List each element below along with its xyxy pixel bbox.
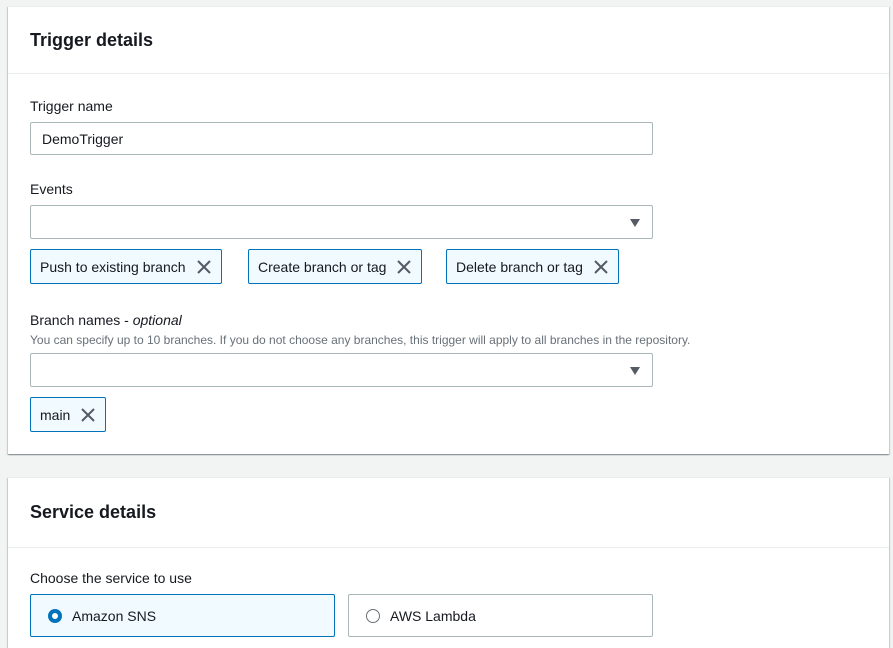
events-token: Create branch or tag [248, 249, 423, 284]
close-icon[interactable] [196, 259, 212, 275]
branch-names-select[interactable] [30, 353, 653, 387]
branch-names-description: You can specify up to 10 branches. If yo… [30, 333, 691, 347]
branch-token: main [30, 397, 107, 432]
branch-names-label-text: Branch names - [30, 312, 133, 328]
service-details-header: Service details [8, 478, 889, 548]
service-details-title: Service details [30, 502, 157, 522]
service-details-panel: Service details Choose the service to us… [8, 477, 889, 648]
token-label: main [40, 406, 71, 423]
caret-down-icon [630, 219, 640, 227]
token-label: Push to existing branch [40, 258, 186, 275]
token-label: Delete branch or tag [456, 258, 583, 275]
close-icon[interactable] [80, 407, 96, 423]
radio-amazon-sns[interactable]: Amazon SNS [30, 594, 335, 637]
events-label: Events [30, 181, 73, 197]
radio-label: AWS Lambda [390, 607, 476, 624]
branch-names-label: Branch names - optional [30, 311, 182, 329]
trigger-name-label: Trigger name [30, 98, 113, 114]
radio-aws-lambda[interactable]: AWS Lambda [348, 594, 653, 637]
radio-label: Amazon SNS [72, 607, 157, 624]
caret-down-icon [630, 367, 640, 375]
token-label: Create branch or tag [258, 258, 387, 275]
optional-label: optional [132, 312, 182, 328]
trigger-details-title: Trigger details [30, 30, 154, 50]
events-token: Delete branch or tag [446, 249, 619, 284]
choose-service-label: Choose the service to use [30, 570, 192, 586]
trigger-details-header: Trigger details [8, 7, 889, 74]
close-icon[interactable] [593, 259, 609, 275]
events-token: Push to existing branch [30, 249, 222, 284]
events-select[interactable] [30, 205, 653, 239]
radio-unselected-icon [366, 608, 380, 623]
trigger-details-panel: Trigger details Trigger name Events Push… [8, 6, 889, 454]
radio-selected-icon [48, 608, 62, 623]
trigger-name-input[interactable] [30, 122, 653, 155]
close-icon[interactable] [396, 259, 412, 275]
